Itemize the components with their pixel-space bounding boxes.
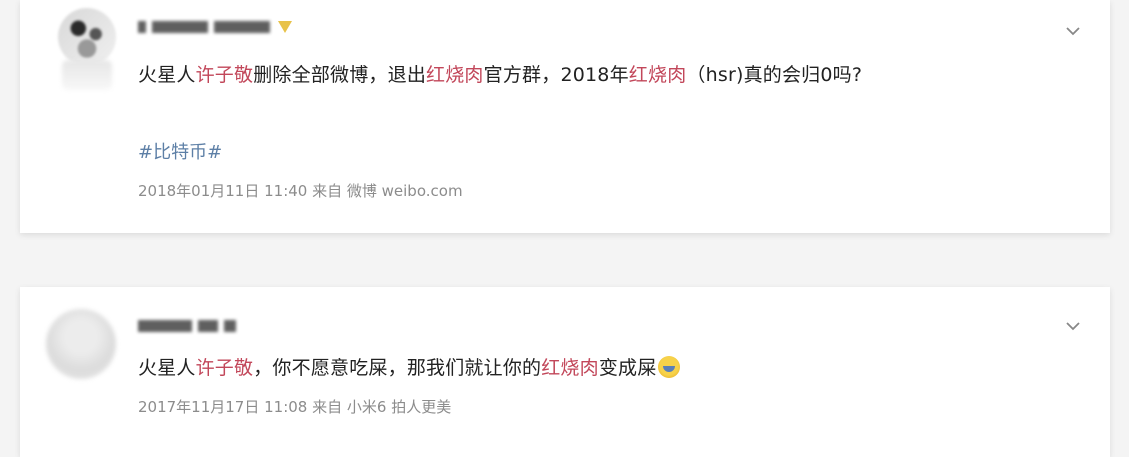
text-segment: 火星人 xyxy=(138,64,196,86)
text-segment: 官方群，2018年 xyxy=(483,64,629,86)
weibo-post-card: 火星人许子敬删除全部微博，退出红烧肉官方群，2018年红烧肉（hsr)真的会归0… xyxy=(20,0,1110,233)
post-text: 火星人许子敬，你不愿意吃屎，那我们就让你的红烧肉变成屎 xyxy=(138,353,681,380)
blurred-name-part xyxy=(198,320,218,332)
blurred-name-part xyxy=(138,320,192,332)
topic-link[interactable]: #比特币# xyxy=(138,138,222,164)
post-meta: 2018年01月11日 11:40 来自 微博 weibo.com xyxy=(138,182,463,200)
text-segment: 变成屎 xyxy=(598,357,657,379)
avatar-blur-decoration xyxy=(62,60,112,90)
keyword-link[interactable]: 红烧肉 xyxy=(541,357,599,379)
text-segment: ，你不愿意吃屎，那我们就让你的 xyxy=(253,357,542,379)
keyword-link[interactable]: 红烧肉 xyxy=(426,64,484,86)
keyword-link[interactable]: 许子敬 xyxy=(196,357,254,379)
weibo-post-card: 火星人许子敬，你不愿意吃屎，那我们就让你的红烧肉变成屎 2017年11月17日 … xyxy=(20,287,1110,457)
laugh-cry-emoji-icon xyxy=(658,356,681,378)
post-meta: 2017年11月17日 11:08 来自 小米6 拍人更美 xyxy=(138,398,452,416)
chevron-down-icon[interactable] xyxy=(1066,24,1080,38)
blurred-name-part xyxy=(224,320,236,332)
user-avatar[interactable] xyxy=(58,8,116,66)
blurred-name-part xyxy=(214,21,270,33)
keyword-link[interactable]: 许子敬 xyxy=(196,64,254,86)
post-text: 火星人许子敬删除全部微博，退出红烧肉官方群，2018年红烧肉（hsr)真的会归0… xyxy=(138,60,862,87)
text-segment: 删除全部微博，退出 xyxy=(253,64,427,86)
blurred-name-part xyxy=(138,21,146,33)
username-blurred[interactable] xyxy=(138,18,292,36)
text-segment: 火星人 xyxy=(138,357,196,379)
keyword-link[interactable]: 红烧肉 xyxy=(629,64,687,86)
blurred-name-part xyxy=(152,21,208,33)
chevron-down-icon[interactable] xyxy=(1066,319,1080,333)
username-blurred[interactable] xyxy=(138,317,236,335)
user-avatar[interactable] xyxy=(46,309,116,379)
text-segment: （hsr)真的会归0吗? xyxy=(686,64,863,86)
verified-badge-icon xyxy=(278,21,292,33)
